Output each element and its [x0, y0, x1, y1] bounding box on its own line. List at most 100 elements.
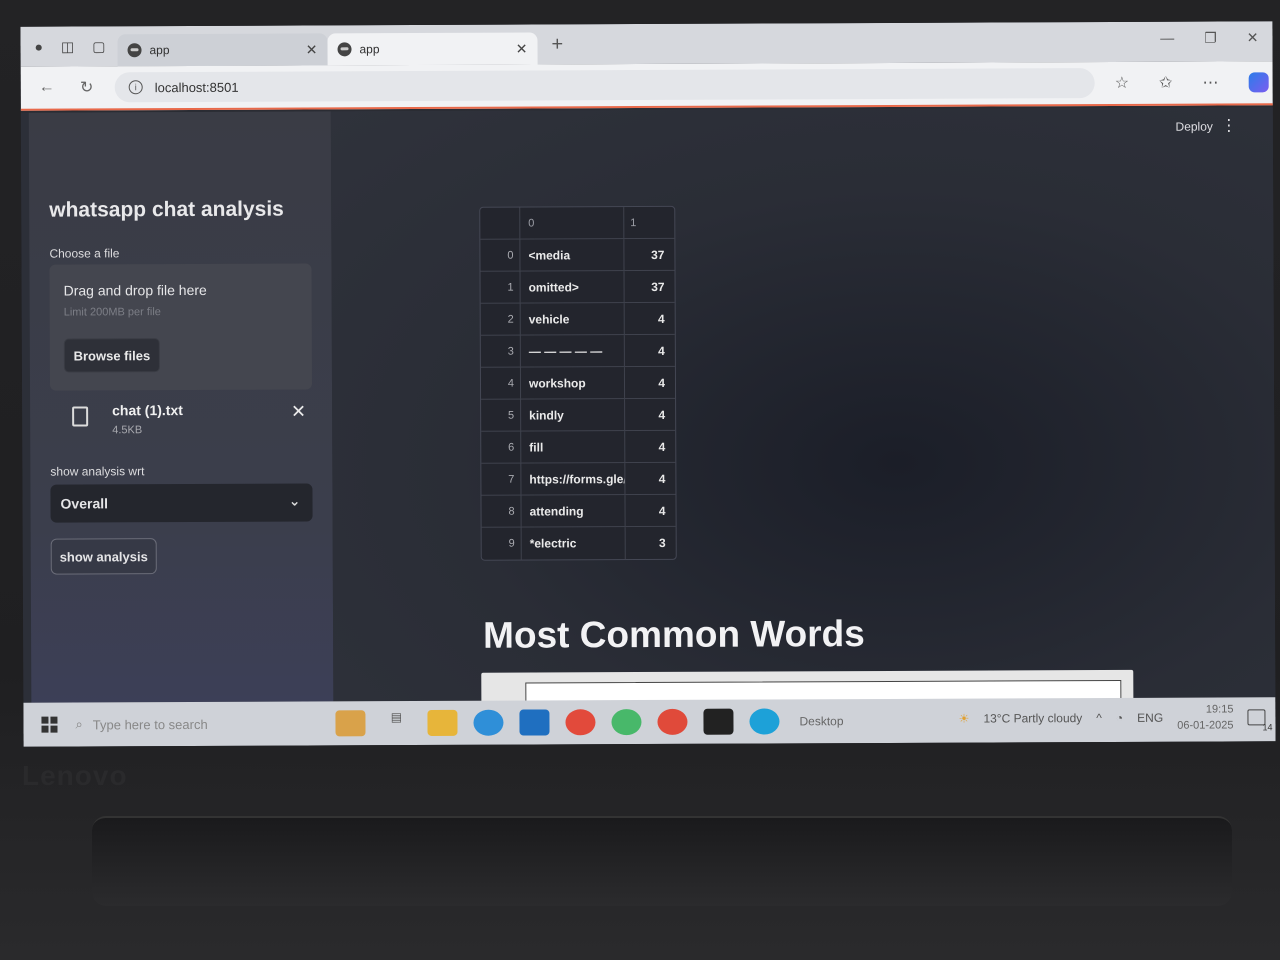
uploaded-file-name: chat (1).txt — [112, 402, 183, 419]
table-row: 3— — — — —4 — [480, 334, 675, 368]
streamlit-app: whatsapp chat analysis Choose a file Dra… — [20, 107, 1276, 723]
back-icon[interactable]: ← — [33, 79, 61, 97]
favorites-icon[interactable]: ✩ — [1159, 73, 1172, 93]
network-icon[interactable]: ◔ — [1116, 711, 1123, 725]
edge-beta-icon[interactable] — [749, 708, 780, 735]
pycharm-icon[interactable] — [703, 708, 734, 735]
weather-text[interactable]: 13°C Partly cloudy — [983, 711, 1082, 725]
count-cell[interactable]: 4 — [625, 399, 673, 430]
search-placeholder: Type here to search — [92, 716, 208, 732]
lang-indicator[interactable]: ENG — [1137, 711, 1163, 725]
column-header[interactable]: 0 — [520, 207, 625, 239]
new-tab-button[interactable]: + — [551, 33, 563, 56]
site-info-icon[interactable]: i — [128, 80, 143, 95]
table-row: 1 omitted> 37 — [480, 270, 675, 304]
row-index: 8 — [481, 495, 522, 527]
uploaded-file: chat (1).txt 4.5KB ✕ — [50, 397, 312, 444]
outlook-icon[interactable] — [519, 709, 550, 736]
sidebar: whatsapp chat analysis Choose a file Dra… — [28, 111, 334, 703]
screen: ● ◫ ▢ app ✕ app ✕ + — ❐ ✕ ← ↻ i localhos… — [20, 21, 1276, 747]
tray-expand-icon[interactable]: ^ — [1096, 711, 1102, 725]
count-cell[interactable]: 4 — [625, 303, 673, 334]
minimize-icon[interactable]: — — [1160, 30, 1174, 47]
count-cell[interactable]: 4 — [625, 463, 673, 494]
word-cell[interactable]: <media — [520, 239, 625, 271]
tab-label: app — [149, 43, 170, 58]
search-icon: ⌕ — [75, 716, 83, 732]
table-row: 8 attending 4 — [481, 494, 676, 528]
table-row: 0 <media 37 — [480, 238, 675, 272]
reload-icon[interactable]: ↻ — [73, 77, 101, 97]
row-index: 7 — [481, 463, 522, 495]
remove-file-icon[interactable]: ✕ — [291, 401, 306, 422]
count-cell[interactable]: 37 — [625, 271, 673, 302]
edge-icon[interactable] — [473, 709, 504, 736]
clock-time: 19:15 — [1205, 703, 1234, 716]
analysis-user-select[interactable]: Overall ⌄ — [50, 483, 313, 523]
streamlit-favicon-icon — [127, 43, 142, 58]
main-menu-icon[interactable]: ⋮ — [1221, 115, 1237, 135]
file-dropzone[interactable]: Drag and drop file here Limit 200MB per … — [49, 263, 313, 391]
chrome-icon[interactable] — [565, 709, 596, 736]
clock[interactable]: 19:15 06-01-2025 — [1177, 701, 1233, 733]
word-cell[interactable]: vehicle — [520, 303, 625, 335]
word-cell[interactable]: attending — [521, 495, 626, 527]
url-field[interactable]: i localhost:8501 — [114, 68, 1095, 103]
deploy-button[interactable]: Deploy — [1175, 120, 1212, 134]
weather-icon: ☀ — [958, 711, 970, 726]
task-view-icon[interactable]: ▤ — [381, 710, 411, 736]
show-analysis-button[interactable]: show analysis — [50, 538, 157, 575]
count-cell[interactable]: 4 — [625, 367, 673, 398]
file-uploader-label: Choose a file — [49, 246, 120, 261]
count-cell[interactable]: 4 — [625, 431, 673, 462]
taskbar-search[interactable]: ⌕ Type here to search — [75, 715, 319, 732]
tab-app-2[interactable]: app ✕ — [327, 32, 538, 66]
table-row: 9 *electric 3 — [481, 527, 676, 560]
table-body: 0 <media 37 1 omitted> 37 2 vehicle 4 3— — — — —4… — [480, 238, 676, 560]
notifications-icon[interactable]: 14 — [1247, 709, 1273, 732]
row-index: 4 — [480, 367, 522, 399]
browse-files-button[interactable]: Browse files — [63, 338, 160, 373]
word-cell[interactable]: workshop — [520, 367, 626, 399]
table-row: 6 fill 4 — [481, 430, 676, 464]
app-icon[interactable] — [611, 709, 642, 736]
restore-icon[interactable]: ❐ — [1204, 30, 1217, 47]
windows-start-icon[interactable] — [41, 716, 58, 733]
copilot-icon[interactable] — [1248, 72, 1269, 93]
window-close-icon[interactable]: ✕ — [1247, 29, 1259, 46]
table-row: 2 vehicle 4 — [480, 302, 675, 336]
laptop-hinge — [92, 816, 1232, 906]
extensions-icon[interactable]: ⋯ — [1202, 73, 1218, 93]
count-cell[interactable]: 37 — [624, 239, 672, 270]
row-index: 5 — [481, 399, 522, 431]
tab-actions-icon[interactable]: ▢ — [92, 38, 105, 55]
word-cell[interactable]: omitted> — [520, 271, 625, 303]
laptop-brand-logo: Lenovo — [22, 760, 128, 791]
tab-label: app — [359, 42, 380, 57]
word-cell[interactable]: *electric — [521, 527, 626, 560]
main-content: Deploy ⋮ 0 1 0 <media 37 1 omitted> 37 2 vehicl… — [330, 107, 1276, 723]
count-cell[interactable]: 3 — [626, 527, 674, 559]
count-cell[interactable]: 4 — [625, 335, 673, 366]
tab-app-1[interactable]: app ✕ — [117, 33, 328, 67]
dropzone-text: Drag and drop file here — [63, 281, 207, 299]
notification-count: 14 — [1262, 722, 1273, 733]
chrome-profile-icon[interactable] — [657, 708, 688, 735]
profile-icon[interactable]: ● — [34, 38, 43, 55]
count-cell[interactable]: 4 — [625, 495, 673, 526]
search-highlight-icon[interactable] — [335, 710, 366, 737]
close-tab-icon[interactable]: ✕ — [306, 41, 318, 58]
word-cell[interactable]: kindly — [521, 399, 626, 431]
desktop-toolbar[interactable]: Desktop — [799, 714, 843, 728]
workspaces-icon[interactable]: ◫ — [61, 38, 74, 55]
word-cell[interactable]: — — — — — — [520, 335, 625, 367]
close-tab-icon[interactable]: ✕ — [516, 40, 528, 57]
column-header[interactable]: 1 — [624, 207, 672, 238]
chevron-down-icon: ⌄ — [288, 492, 301, 509]
word-cell[interactable]: fill — [521, 431, 626, 463]
file-explorer-icon[interactable] — [427, 709, 458, 736]
favorite-star-icon[interactable]: ☆ — [1115, 73, 1129, 93]
row-index: 2 — [480, 303, 521, 335]
word-cell[interactable]: https://forms.gle/ — [521, 463, 626, 495]
section-heading: Most Common Words — [483, 613, 865, 656]
